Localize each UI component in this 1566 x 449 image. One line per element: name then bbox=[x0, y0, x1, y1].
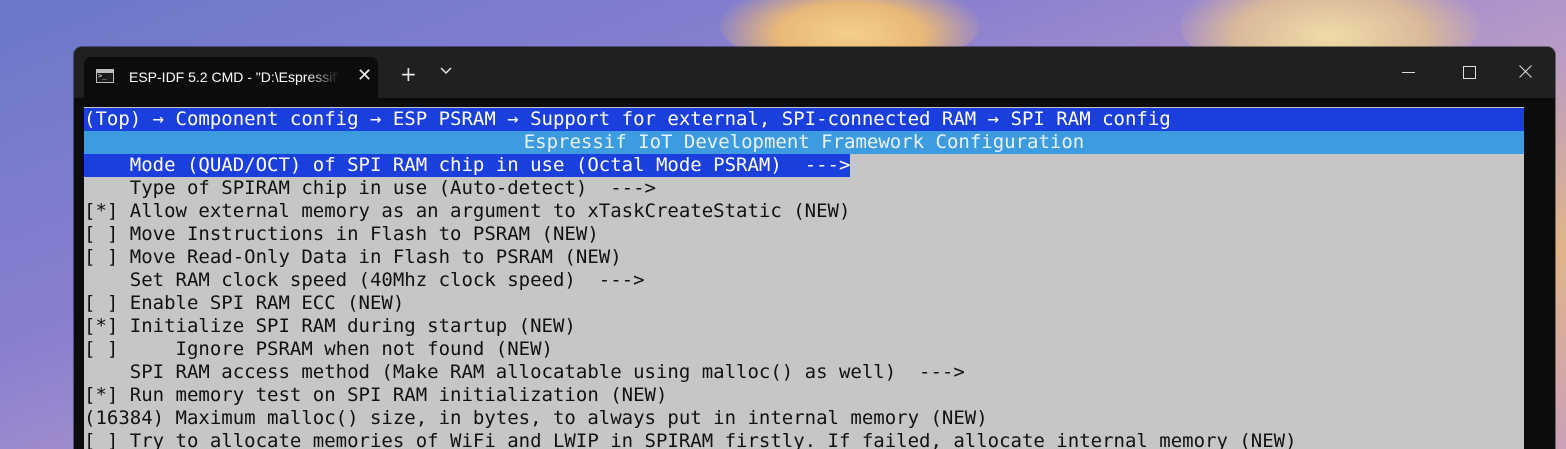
breadcrumb: (Top) → Component config → ESP PSRAM → S… bbox=[84, 108, 1524, 131]
title-bar: ESP-IDF 5.2 CMD - "D:\Espressif\framewor… bbox=[74, 47, 1555, 98]
menu-item-init-spi-ram[interactable]: [*] Initialize SPI RAM during startup (N… bbox=[84, 315, 576, 338]
menu-item-spiram-type[interactable]: Type of SPIRAM chip in use (Auto-detect)… bbox=[84, 177, 656, 200]
terminal-tab[interactable]: ESP-IDF 5.2 CMD - "D:\Espressif\framewor… bbox=[84, 57, 378, 98]
menu-item-access-method[interactable]: SPI RAM access method (Make RAM allocata… bbox=[84, 361, 965, 384]
close-window-button[interactable] bbox=[1511, 60, 1541, 86]
menu-item-move-instructions[interactable]: [ ] Move Instructions in Flash to PSRAM … bbox=[84, 223, 599, 246]
menuconfig-screen[interactable]: (Top) → Component config → ESP PSRAM → S… bbox=[84, 107, 1524, 449]
menu-item-wifi-lwip-spiram[interactable]: [ ] Try to allocate memories of WiFi and… bbox=[84, 430, 1297, 449]
terminal-window: ESP-IDF 5.2 CMD - "D:\Espressif\framewor… bbox=[74, 47, 1555, 449]
terminal-icon bbox=[96, 69, 114, 83]
tab-title: ESP-IDF 5.2 CMD - "D:\Espressif\framewor… bbox=[129, 69, 339, 85]
menu-item-allow-external-memory[interactable]: [*] Allow external memory as an argument… bbox=[84, 200, 850, 223]
menu-item-memory-test[interactable]: [*] Run memory test on SPI RAM initializ… bbox=[84, 384, 667, 407]
minimize-button[interactable] bbox=[1394, 60, 1424, 86]
new-tab-button[interactable]: + bbox=[400, 64, 417, 84]
menu-item-spi-ram-ecc[interactable]: [ ] Enable SPI RAM ECC (NEW) bbox=[84, 292, 404, 315]
maximize-button[interactable] bbox=[1454, 60, 1484, 86]
close-tab-icon[interactable]: ✕ bbox=[357, 65, 372, 86]
menu-item-ram-clock-speed[interactable]: Set RAM clock speed (40Mhz clock speed) … bbox=[84, 269, 645, 292]
menuconfig-title: Espressif IoT Development Framework Conf… bbox=[84, 131, 1524, 154]
menu-item-max-malloc-size[interactable]: (16384) Maximum malloc() size, in bytes,… bbox=[84, 407, 988, 430]
menu-item-ignore-psram[interactable]: [ ] Ignore PSRAM when not found (NEW) bbox=[84, 338, 553, 361]
menu-item-move-rodata[interactable]: [ ] Move Read-Only Data in Flash to PSRA… bbox=[84, 246, 622, 269]
chevron-down-icon[interactable] bbox=[440, 67, 452, 75]
menu-item-psram-mode[interactable]: Mode (QUAD/OCT) of SPI RAM chip in use (… bbox=[84, 154, 851, 177]
